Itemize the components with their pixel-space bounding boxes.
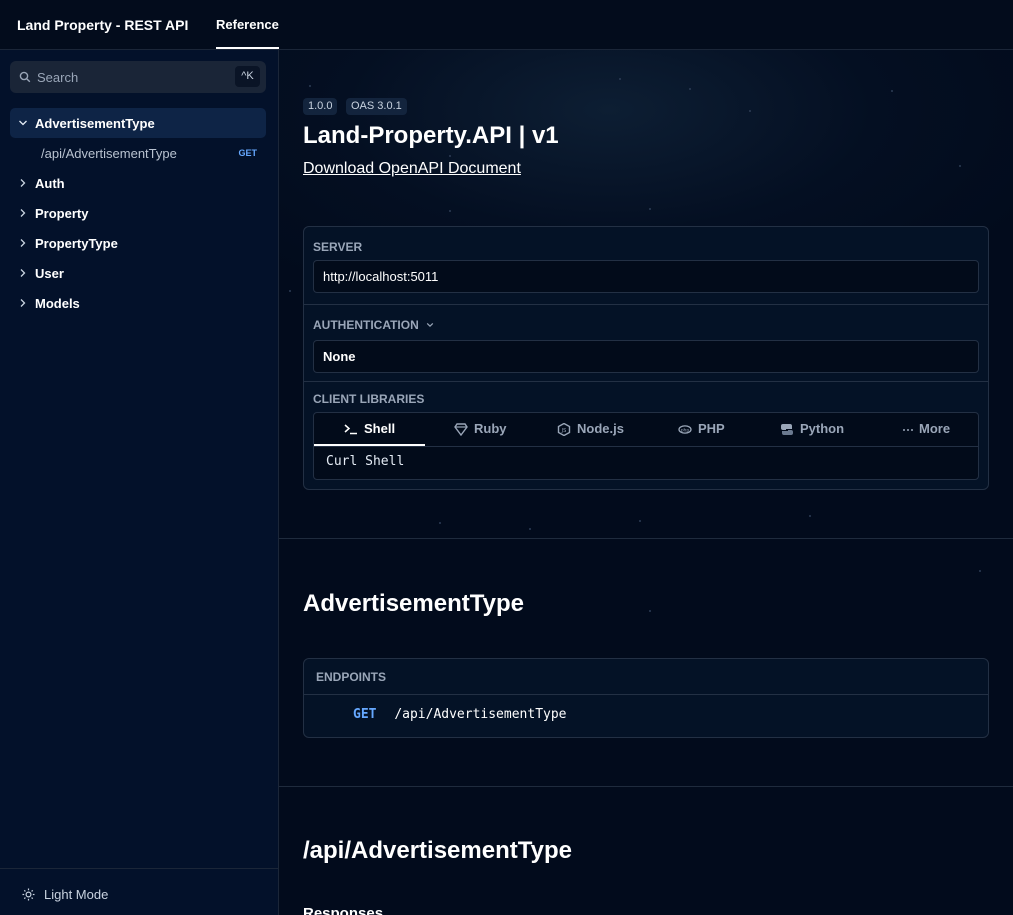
search-input[interactable]: Search ^K: [10, 61, 266, 93]
terminal-icon: [344, 424, 357, 435]
light-mode-toggle[interactable]: Light Mode: [0, 868, 278, 915]
server-label: SERVER: [313, 240, 363, 254]
version-badge: 1.0.0: [303, 98, 338, 115]
tab-python[interactable]: Python: [758, 413, 869, 446]
divider: [314, 446, 978, 447]
star-decoration: [959, 165, 961, 167]
star-decoration: [309, 85, 311, 87]
selected-client[interactable]: Curl Shell: [326, 454, 404, 469]
tab-ruby[interactable]: Ruby: [425, 413, 536, 446]
server-url-field[interactable]: http://localhost:5011: [313, 260, 979, 293]
api-config-panel: SERVER http://localhost:5011 AUTHENTICAT…: [303, 226, 989, 490]
tab-label: Shell: [364, 421, 396, 436]
light-mode-label: Light Mode: [44, 887, 109, 902]
python-icon: [781, 424, 793, 435]
sidebar-item-label: Models: [35, 296, 80, 311]
search-icon: [19, 71, 31, 83]
chevron-right-icon: [20, 179, 26, 187]
authentication-label[interactable]: AUTHENTICATION: [313, 318, 434, 332]
tab-label: Python: [800, 421, 845, 436]
tab-shell[interactable]: Shell: [314, 413, 425, 446]
section-title: AdvertisementType: [303, 590, 524, 617]
divider: [304, 381, 988, 382]
section-divider: [279, 538, 1013, 539]
chevron-right-icon: [20, 299, 26, 307]
star-decoration: [649, 208, 651, 210]
section-divider: [279, 786, 1013, 787]
star-decoration: [979, 570, 981, 572]
php-icon: php: [678, 425, 692, 434]
star-decoration: [639, 520, 641, 522]
star-decoration: [529, 528, 531, 530]
sidebar-item-propertytype[interactable]: PropertyType: [10, 228, 266, 258]
star-decoration: [689, 88, 691, 90]
nodejs-icon: JS: [557, 423, 571, 436]
tab-label: Node.js: [577, 421, 624, 436]
responses-heading: Responses: [303, 905, 384, 915]
download-openapi-link[interactable]: Download OpenAPI Document: [303, 160, 521, 178]
top-bar: Land Property - REST API Reference: [0, 0, 1013, 50]
sidebar-subitem-label: /api/AdvertisementType: [41, 146, 177, 161]
tab-label: More: [919, 421, 951, 436]
endpoints-panel: ENDPOINTS GET /api/AdvertisementType: [303, 658, 989, 738]
tab-nodejs[interactable]: JS Node.js: [536, 413, 647, 446]
star-decoration: [449, 210, 451, 212]
tab-label: PHP: [698, 421, 725, 436]
active-tab-indicator: [216, 47, 279, 49]
sidebar-item-label: Property: [35, 206, 89, 221]
star-decoration: [289, 290, 291, 292]
star-decoration: [749, 110, 751, 112]
sidebar-item-label: AdvertisementType: [35, 116, 155, 131]
endpoint-path: /api/AdvertisementType: [394, 707, 567, 722]
star-decoration: [891, 90, 893, 92]
main-content: 1.0.0 OAS 3.0.1 Land-Property.API | v1 D…: [279, 50, 1013, 915]
chevron-right-icon: [20, 209, 26, 217]
divider: [304, 304, 988, 305]
chevron-right-icon: [20, 269, 26, 277]
chevron-right-icon: [20, 239, 26, 247]
star-decoration: [449, 155, 451, 157]
operation-title: /api/AdvertisementType: [303, 837, 572, 864]
star-decoration: [649, 610, 651, 612]
star-decoration: [619, 78, 621, 80]
sidebar-item-models[interactable]: Models: [10, 288, 266, 318]
client-libraries-box: Shell Ruby JS Node.js php PHP Python Mor…: [313, 412, 979, 480]
search-placeholder: Search: [37, 70, 79, 85]
sun-icon: [22, 888, 35, 901]
svg-text:JS: JS: [561, 428, 567, 434]
tab-php[interactable]: php PHP: [647, 413, 758, 446]
endpoints-label: ENDPOINTS: [316, 670, 387, 684]
search-shortcut: ^K: [235, 66, 260, 87]
sidebar-item-label: PropertyType: [35, 236, 118, 251]
authentication-select[interactable]: None: [313, 340, 979, 373]
tab-label: Ruby: [474, 421, 507, 436]
app-title: Land Property - REST API: [17, 17, 189, 33]
svg-text:php: php: [681, 427, 690, 433]
star-decoration: [809, 515, 811, 517]
sidebar-item-auth[interactable]: Auth: [10, 168, 266, 198]
sidebar-item-label: User: [35, 266, 64, 281]
tab-reference[interactable]: Reference: [216, 17, 279, 32]
more-icon: [903, 429, 913, 431]
oas-badge: OAS 3.0.1: [346, 98, 407, 115]
endpoint-method: GET: [353, 707, 377, 722]
chevron-down-icon: [426, 322, 434, 328]
sidebar-item-advertisementtype[interactable]: AdvertisementType: [10, 108, 266, 138]
tab-more[interactable]: More: [869, 413, 980, 446]
sidebar-item-label: Auth: [35, 176, 65, 191]
sidebar: Search ^K AdvertisementType /api/Adverti…: [0, 50, 279, 915]
endpoint-row[interactable]: GET /api/AdvertisementType: [353, 707, 567, 722]
endpoints-header: ENDPOINTS: [304, 659, 988, 695]
authentication-label-text: AUTHENTICATION: [313, 318, 419, 332]
chevron-down-icon: [19, 120, 27, 126]
ruby-icon: [454, 423, 468, 436]
method-badge: GET: [238, 148, 257, 158]
star-decoration: [439, 522, 441, 524]
sidebar-item-property[interactable]: Property: [10, 198, 266, 228]
client-libraries-label: CLIENT LIBRARIES: [313, 392, 425, 406]
sidebar-subitem-api-advertisementtype[interactable]: /api/AdvertisementType GET: [10, 138, 266, 168]
sidebar-item-user[interactable]: User: [10, 258, 266, 288]
page-title: Land-Property.API | v1: [303, 122, 559, 149]
